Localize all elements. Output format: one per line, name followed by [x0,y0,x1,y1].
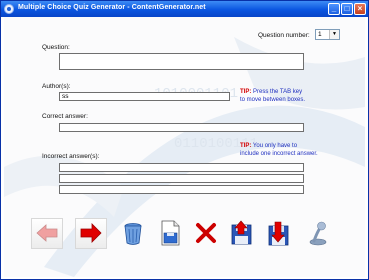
save-document-button[interactable] [154,218,186,249]
tip-prefix: TIP: [240,89,252,95]
arrow-right-icon [80,223,102,243]
incorrect-answers-label: Incorrect answer(s): [42,153,100,160]
save-up-icon [231,220,252,245]
authors-field[interactable]: ss [59,92,230,101]
tip-line: You only have to [252,143,298,149]
delete-quiz-button[interactable] [117,218,149,249]
tip-tab-key: TIP: Press the TAB key to move between b… [240,88,305,104]
next-question-button[interactable] [75,218,107,249]
correct-answer-field[interactable] [59,123,304,132]
incorrect-answer-field[interactable] [59,163,304,172]
save-doc-icon [161,220,180,246]
question-label: Question: [42,44,70,51]
app-icon [4,4,14,14]
export-button[interactable] [225,218,257,249]
window-title: Multiple Choice Quiz Generator - Content… [18,4,206,11]
form-area: 1010001101 0110100111 Question number: 1… [4,17,365,277]
tip-line: to move between boxes. [240,97,306,103]
trash-icon [124,223,142,245]
title-bar: Multiple Choice Quiz Generator - Content… [1,1,368,17]
question-number-value: 1 [318,31,322,38]
close-button[interactable]: × [354,3,366,15]
incorrect-answer-field[interactable] [59,185,304,194]
chevron-down-icon[interactable]: ▼ [329,30,339,39]
delete-x-icon [196,223,216,243]
authors-label: Author(s): [42,83,71,90]
question-number-label: Question number: [258,32,310,39]
tip-line: Press the TAB key [253,89,303,95]
minimize-button[interactable]: _ [328,3,340,15]
question-number-select[interactable]: 1 ▼ [315,29,340,40]
toolbar [4,214,365,254]
incorrect-answer-field[interactable] [59,174,304,183]
import-button[interactable] [262,218,294,249]
delete-question-button[interactable] [190,218,222,249]
tip-line: include one incorrect answer. [240,151,318,157]
maximize-button[interactable]: □ [341,3,353,15]
question-field[interactable] [59,53,304,70]
previous-question-button[interactable] [31,218,63,249]
play-quiz-button[interactable] [302,218,334,249]
joystick-icon [309,221,327,246]
save-down-icon [268,221,289,246]
correct-answer-label: Correct answer: [42,113,88,120]
app-window: Multiple Choice Quiz Generator - Content… [0,0,369,280]
tip-prefix: TIP: [240,143,252,149]
arrow-left-icon [36,224,58,242]
tip-incorrect: TIP: You only have to include one incorr… [240,142,318,158]
